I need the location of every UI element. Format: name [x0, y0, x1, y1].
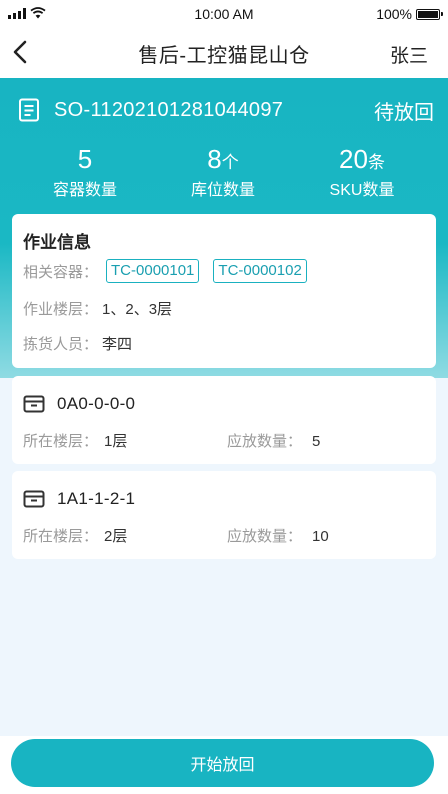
stat-value: 8	[207, 144, 222, 174]
status-right: 100%	[376, 6, 443, 22]
floor-label: 所在楼层：	[23, 528, 99, 545]
nav-bar: 售后-工控猫昆山仓 张三	[0, 28, 448, 78]
stat-unit: 条	[367, 153, 385, 172]
stat-label: 库位数量	[190, 182, 255, 199]
bottom-action-bar: 开始放回	[0, 736, 448, 794]
picker-label: 拣货人员：	[23, 336, 99, 353]
container-tag[interactable]: TC-0000102	[213, 259, 307, 283]
floor-value: 1层	[104, 433, 128, 450]
picker-value: 李四	[102, 336, 133, 353]
floors-value: 1、2、3层	[102, 301, 173, 318]
location-card[interactable]: 1A1-1-2-1 所在楼层： 2层 应放数量： 10	[12, 471, 436, 559]
location-code: 1A1-1-2-1	[57, 489, 136, 508]
location-card[interactable]: 0A0-0-0-0 所在楼层： 1层 应放数量： 5	[12, 376, 436, 464]
quantity-label: 应放数量：	[227, 528, 303, 545]
stat-value: 5	[77, 144, 93, 174]
location-header: 1A1-1-2-1	[23, 489, 135, 509]
status-bar: 10:00 AM 100%	[0, 0, 448, 28]
location-header: 0A0-0-0-0	[23, 394, 135, 414]
floor-label: 所在楼层：	[23, 433, 99, 450]
quantity-value: 5	[312, 433, 321, 450]
floor-value: 2层	[104, 528, 128, 545]
stat-container-count: 5 容器数量	[0, 144, 170, 202]
job-info-card: 作业信息 相关容器： TC-0000101 TC-0000102 作业楼层： 1…	[12, 214, 436, 368]
stat-unit: 个	[221, 153, 239, 172]
floors-label: 作业楼层：	[23, 301, 99, 318]
stat-label: SKU数量	[329, 182, 395, 199]
stat-label: 容器数量	[52, 182, 117, 199]
order-number: SO-11202101281044097	[54, 98, 284, 121]
stat-sku-count: 20条 SKU数量	[276, 144, 448, 202]
stat-value: 20	[339, 144, 368, 174]
page-title: 售后-工控猫昆山仓	[138, 44, 310, 67]
box-icon	[23, 490, 45, 508]
back-arrow-icon[interactable]	[10, 38, 34, 66]
battery-icon	[416, 8, 443, 20]
order-row: SO-11202101281044097 待放回	[18, 96, 434, 124]
start-return-button[interactable]: 开始放回	[11, 739, 434, 787]
document-icon	[19, 98, 39, 122]
stat-location-count: 8个 库位数量	[170, 144, 276, 202]
box-icon	[23, 395, 45, 413]
containers-label: 相关容器：	[23, 263, 99, 281]
quantity-value: 10	[312, 528, 329, 545]
picker-row: 拣货人员： 李四	[23, 333, 132, 354]
user-name[interactable]: 张三	[390, 41, 428, 68]
container-tag[interactable]: TC-0000101	[106, 259, 200, 283]
job-info-title: 作业信息	[23, 233, 91, 252]
quantity-label: 应放数量：	[227, 433, 303, 450]
containers-row: 相关容器： TC-0000101 TC-0000102	[23, 259, 321, 283]
stats-row: 5 容器数量 8个 库位数量 20条 SKU数量	[0, 144, 448, 202]
battery-percent: 100%	[376, 6, 412, 22]
location-code: 0A0-0-0-0	[57, 394, 136, 413]
order-status: 待放回	[374, 102, 434, 124]
floors-row: 作业楼层： 1、2、3层	[23, 298, 172, 319]
